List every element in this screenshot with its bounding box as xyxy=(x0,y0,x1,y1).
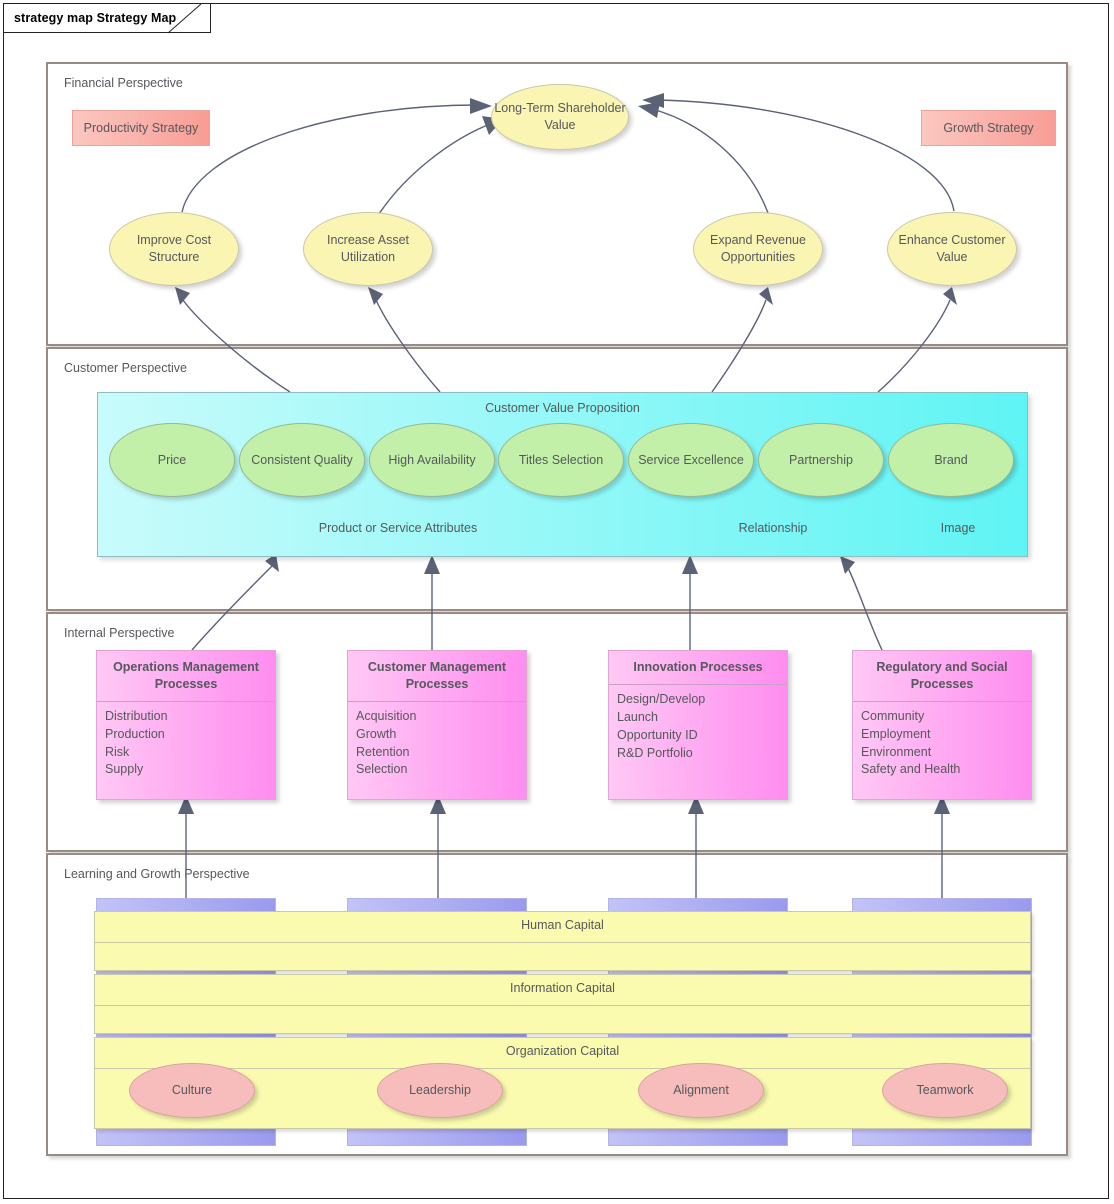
growth-strategy-label: Growth Strategy xyxy=(943,121,1034,135)
productivity-strategy-box[interactable]: Productivity Strategy xyxy=(72,110,210,146)
process-item: Safety and Health xyxy=(861,762,961,777)
node-titles-selection[interactable]: Titles Selection xyxy=(498,423,624,497)
process-items: Distribution Production Risk Supply xyxy=(97,702,275,799)
process-item: Community xyxy=(861,708,925,723)
process-item: Growth xyxy=(356,726,397,741)
node-label: Brand xyxy=(934,452,968,467)
node-leadership[interactable]: Leadership xyxy=(377,1063,503,1118)
diagram-tab-slant-icon xyxy=(168,4,202,34)
process-box-regulatory-and-social[interactable]: Regulatory and Social Processes Communit… xyxy=(852,650,1032,800)
node-label: Price xyxy=(157,452,187,467)
productivity-strategy-label: Productivity Strategy xyxy=(83,121,199,135)
node-high-availability[interactable]: High Availability xyxy=(369,423,495,497)
node-long-term-shareholder-value[interactable]: Long-Term Shareholder Value xyxy=(491,84,629,150)
process-item: Employment xyxy=(861,726,931,741)
node-label: High Availability xyxy=(388,452,476,467)
node-improve-cost-structure[interactable]: Improve Cost Structure xyxy=(109,212,239,286)
node-label: Expand Revenue Opportunities xyxy=(710,233,806,264)
node-label: Culture xyxy=(171,1083,213,1098)
capital-band-human[interactable]: Human Capital xyxy=(94,911,1031,971)
node-service-excellence[interactable]: Service Excellence xyxy=(628,423,754,497)
process-item: Launch xyxy=(617,709,659,724)
process-item: R&D Portfolio xyxy=(617,745,693,760)
cvp-group-label-relationship: Relationship xyxy=(738,521,808,535)
process-box-customer-management[interactable]: Customer Management Processes Acquisitio… xyxy=(347,650,527,800)
capital-band-title: Human Capital xyxy=(521,918,604,932)
node-culture[interactable]: Culture xyxy=(129,1063,255,1118)
node-brand[interactable]: Brand xyxy=(888,423,1014,497)
process-item: Selection xyxy=(356,762,408,777)
node-expand-revenue-opportunities[interactable]: Expand Revenue Opportunities xyxy=(693,212,823,286)
process-item: Production xyxy=(105,726,165,741)
growth-strategy-box[interactable]: Growth Strategy xyxy=(921,110,1056,146)
node-label: Improve Cost Structure xyxy=(136,233,212,264)
process-item: Risk xyxy=(105,744,130,759)
node-label: Long-Term Shareholder Value xyxy=(494,101,626,132)
node-label: Alignment xyxy=(673,1083,729,1098)
process-item: Environment xyxy=(861,744,932,759)
band-separator xyxy=(95,1068,1030,1069)
process-item: Opportunity ID xyxy=(617,727,698,742)
cvp-group-label-image: Image xyxy=(940,521,976,535)
perspective-internal-label: Internal Perspective xyxy=(64,626,175,640)
node-consistent-quality[interactable]: Consistent Quality xyxy=(239,423,365,497)
diagram-title: strategy map Strategy Map xyxy=(14,11,177,25)
cvp-group-label-product: Product or Service Attributes xyxy=(318,521,478,535)
capital-band-title: Information Capital xyxy=(510,981,615,995)
band-separator xyxy=(95,942,1030,943)
node-label: Service Excellence xyxy=(638,452,744,467)
process-title: Customer Management Processes xyxy=(348,651,526,702)
node-alignment[interactable]: Alignment xyxy=(638,1063,764,1118)
process-title: Innovation Processes xyxy=(609,651,787,685)
node-label: Teamwork xyxy=(916,1083,974,1098)
process-item: Supply xyxy=(105,762,144,777)
node-partnership[interactable]: Partnership xyxy=(758,423,884,497)
node-teamwork[interactable]: Teamwork xyxy=(882,1063,1008,1118)
node-label: Increase Asset Utilization xyxy=(327,233,409,264)
process-item: Retention xyxy=(356,744,410,759)
band-separator xyxy=(95,1005,1030,1006)
process-items: Design/Develop Launch Opportunity ID R&D… xyxy=(609,685,787,799)
process-title: Regulatory and Social Processes xyxy=(853,651,1031,702)
perspective-customer-label: Customer Perspective xyxy=(64,361,187,375)
node-enhance-customer-value[interactable]: Enhance Customer Value xyxy=(887,212,1017,286)
perspective-learning-label: Learning and Growth Perspective xyxy=(64,867,250,881)
process-box-innovation[interactable]: Innovation Processes Design/Develop Laun… xyxy=(608,650,788,800)
node-price[interactable]: Price xyxy=(109,423,235,497)
process-item: Design/Develop xyxy=(617,691,706,706)
capital-band-information[interactable]: Information Capital xyxy=(94,974,1031,1034)
perspective-financial-label: Financial Perspective xyxy=(64,76,183,90)
process-items: Acquisition Growth Retention Selection xyxy=(348,702,526,799)
node-label: Consistent Quality xyxy=(251,452,353,467)
process-title: Operations Management Processes xyxy=(97,651,275,702)
node-label: Enhance Customer Value xyxy=(898,233,1006,264)
node-label: Partnership xyxy=(789,452,853,467)
strategy-map-diagram: strategy map Strategy Map Financial Pers… xyxy=(0,0,1114,1204)
node-label: Leadership xyxy=(409,1083,471,1098)
cvp-title: Customer Value Proposition xyxy=(485,401,640,415)
node-increase-asset-utilization[interactable]: Increase Asset Utilization xyxy=(303,212,433,286)
process-box-operations-management[interactable]: Operations Management Processes Distribu… xyxy=(96,650,276,800)
capital-band-title: Organization Capital xyxy=(505,1044,620,1058)
process-item: Distribution xyxy=(105,708,168,723)
process-item: Acquisition xyxy=(356,708,417,723)
process-items: Community Employment Environment Safety … xyxy=(853,702,1031,799)
node-label: Titles Selection xyxy=(518,452,604,467)
